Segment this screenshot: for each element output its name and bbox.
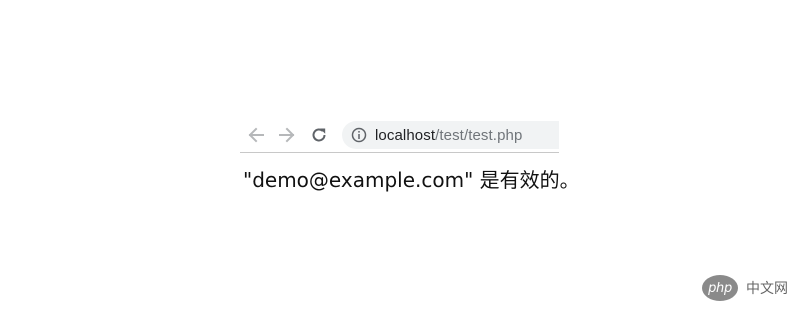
url-path: /test/test.php — [435, 126, 523, 144]
address-bar[interactable]: localhost/test/test.php — [342, 121, 559, 149]
php-logo: php — [702, 275, 738, 301]
browser-toolbar: localhost/test/test.php — [240, 118, 559, 152]
reload-icon — [310, 126, 328, 144]
reload-button[interactable] — [306, 122, 332, 148]
arrow-left-icon — [247, 126, 265, 144]
back-button[interactable] — [243, 122, 269, 148]
arrow-right-icon — [278, 126, 296, 144]
url-text[interactable]: localhost/test/test.php — [375, 127, 522, 144]
info-icon[interactable] — [351, 127, 367, 143]
watermark-site-name: 中文网 — [746, 281, 788, 297]
watermark: php 中文网 — [702, 275, 788, 301]
url-host: localhost — [375, 126, 436, 144]
validation-result-text: "demo@example.com" 是有效的。 — [243, 168, 580, 192]
forward-button[interactable] — [274, 122, 300, 148]
toolbar-divider — [240, 152, 559, 153]
